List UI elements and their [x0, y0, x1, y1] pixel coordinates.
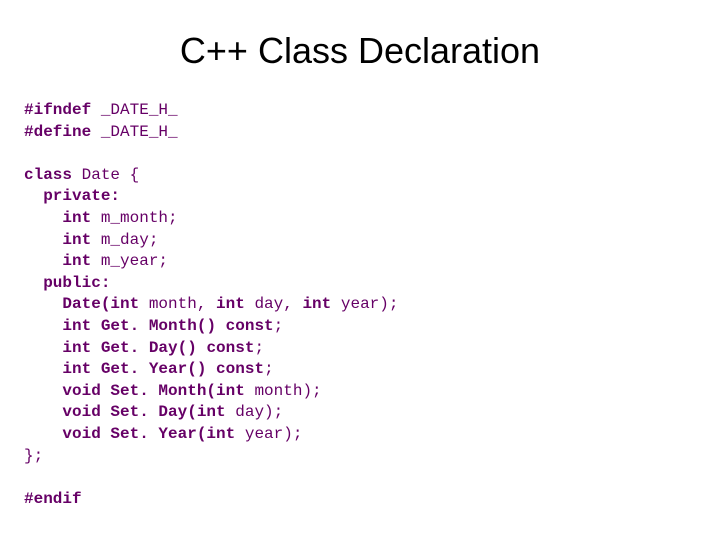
fn-getyear: Get. Year() [91, 360, 216, 378]
fn-date: Date(int [24, 295, 139, 313]
kw-ifndef: #ifndef [24, 101, 91, 119]
code-text: }; [24, 447, 43, 465]
kw-define: #define [24, 123, 91, 141]
code-text: m_day; [91, 231, 158, 249]
code-text: ; [274, 317, 284, 335]
kw-void: void [24, 403, 101, 421]
code-text: Date { [72, 166, 139, 184]
kw-int: int [24, 317, 91, 335]
code-text: ; [254, 339, 264, 357]
code-text: m_year; [91, 252, 168, 270]
code-text: ; [264, 360, 274, 378]
kw-void: void [24, 425, 101, 443]
kw-public: public: [24, 274, 110, 292]
code-text: _DATE_H_ [91, 101, 177, 119]
code-text: day, [245, 295, 303, 313]
kw-int: int [24, 231, 91, 249]
kw-int: int [24, 339, 91, 357]
fn-getday: Get. Day() [91, 339, 206, 357]
fn-getmonth: Get. Month() [91, 317, 225, 335]
kw-void: void [24, 382, 101, 400]
code-block: #ifndef _DATE_H_ #define _DATE_H_ class … [24, 100, 696, 510]
kw-int: int [24, 360, 91, 378]
code-text: year); [331, 295, 398, 313]
code-text: month); [245, 382, 322, 400]
kw-int: int [24, 209, 91, 227]
code-text: year); [235, 425, 302, 443]
kw-const: const [226, 317, 274, 335]
kw-const: const [216, 360, 264, 378]
code-text: day); [226, 403, 284, 421]
slide: C++ Class Declaration #ifndef _DATE_H_ #… [0, 0, 720, 510]
kw-int: int [302, 295, 331, 313]
code-text: m_month; [91, 209, 177, 227]
kw-class: class [24, 166, 72, 184]
kw-endif: #endif [24, 490, 82, 508]
fn-setyear: Set. Year(int [101, 425, 235, 443]
code-text: _DATE_H_ [91, 123, 177, 141]
kw-int: int [24, 252, 91, 270]
code-text: month, [139, 295, 216, 313]
kw-private: private: [24, 187, 120, 205]
fn-setday: Set. Day(int [101, 403, 226, 421]
fn-setmonth: Set. Month(int [101, 382, 245, 400]
kw-int: int [216, 295, 245, 313]
kw-const: const [206, 339, 254, 357]
slide-title: C++ Class Declaration [24, 30, 696, 72]
